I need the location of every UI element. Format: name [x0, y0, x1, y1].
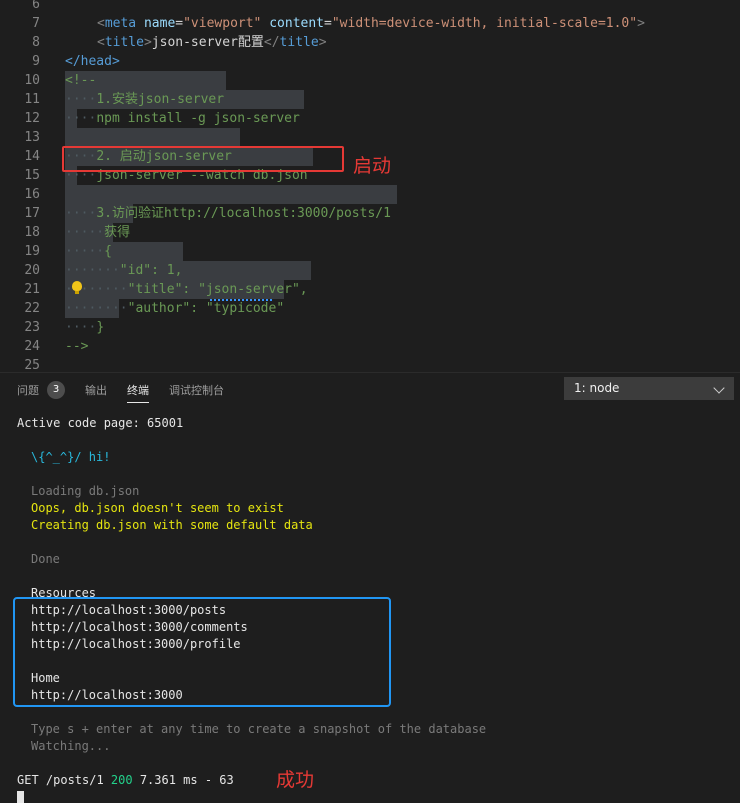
code-line-13[interactable]: ····2. 启动json-server	[0, 128, 740, 164]
tab-problems[interactable]: 问题	[17, 382, 39, 398]
success-annotation: 成功	[276, 769, 315, 791]
code-line-16[interactable]: ····3.访问验证http://localhost:3000/posts/1	[0, 185, 740, 221]
terminal-watching: Watching...	[31, 739, 111, 753]
terminal-cursor	[17, 791, 24, 803]
terminal-oops: Oops, db.json doesn't seem to exist	[31, 501, 284, 515]
terminal-loading: Loading db.json	[31, 484, 140, 498]
code-line-10[interactable]: ····1.安装json-server	[0, 71, 740, 107]
line-number: 24	[24, 339, 40, 354]
tab-output[interactable]: 输出	[85, 382, 107, 398]
terminal-creating: Creating db.json with some default data	[31, 518, 313, 532]
code-line-21[interactable]: ········"author": "typicode"	[0, 280, 740, 316]
comment-text: npm install -g json-server	[96, 111, 300, 126]
resources-highlight-box	[13, 597, 391, 707]
code-line-7[interactable]: <title>json-server配置</title>	[0, 14, 740, 50]
code-line-9[interactable]: <!--	[0, 52, 740, 88]
code-line-11[interactable]: ····npm install -g json-server	[0, 90, 740, 126]
request-status: 200	[110, 773, 133, 787]
tab-debug-console[interactable]: 调试控制台	[169, 382, 224, 398]
code-line-23[interactable]: -->	[0, 318, 740, 354]
code-line-22[interactable]: ····}	[0, 299, 740, 335]
request-timing: 7.361 ms - 63	[132, 773, 234, 787]
code-line-19[interactable]: ·······"id": 1,	[0, 242, 740, 278]
problems-count-badge: 3	[47, 381, 65, 399]
code-line-20[interactable]: ········"title": "json-server",	[0, 261, 740, 297]
terminal-request-log: GET /posts/1 200 7.361 ms - 63	[17, 772, 234, 789]
request-method-path: GET /posts/1	[17, 773, 111, 787]
start-annotation: 启动	[353, 155, 392, 177]
chevron-down-icon	[713, 382, 725, 394]
terminal-snapshot-hint: Type s + enter at any time to create a s…	[31, 722, 487, 736]
start-highlight-box	[62, 146, 344, 172]
tab-terminal[interactable]: 终端	[127, 382, 149, 403]
terminal-hi: \{^_^}/ hi!	[31, 450, 111, 464]
code-editor[interactable]: 6 7 8 9 10 11 12 13 14 15 16 17 18 19 20 21 22 23 24 25 <me…	[0, 0, 740, 373]
code-line-6[interactable]: <meta name="viewport" content="width=dev…	[0, 0, 740, 31]
terminal-select[interactable]: 1: node	[564, 377, 734, 400]
lightbulb-icon[interactable]	[72, 281, 82, 294]
code-line-17[interactable]: ·····获得	[0, 204, 740, 240]
code-line-18[interactable]: ·····{	[0, 223, 740, 259]
spellcheck-squiggle	[210, 296, 272, 301]
code-line-8[interactable]: </head>	[0, 33, 740, 69]
terminal-code-page: Active code page: 65001	[17, 416, 184, 430]
terminal-done: Done	[31, 552, 60, 566]
comment-close: -->	[65, 339, 89, 354]
terminal-select-value: 1: node	[574, 381, 620, 395]
